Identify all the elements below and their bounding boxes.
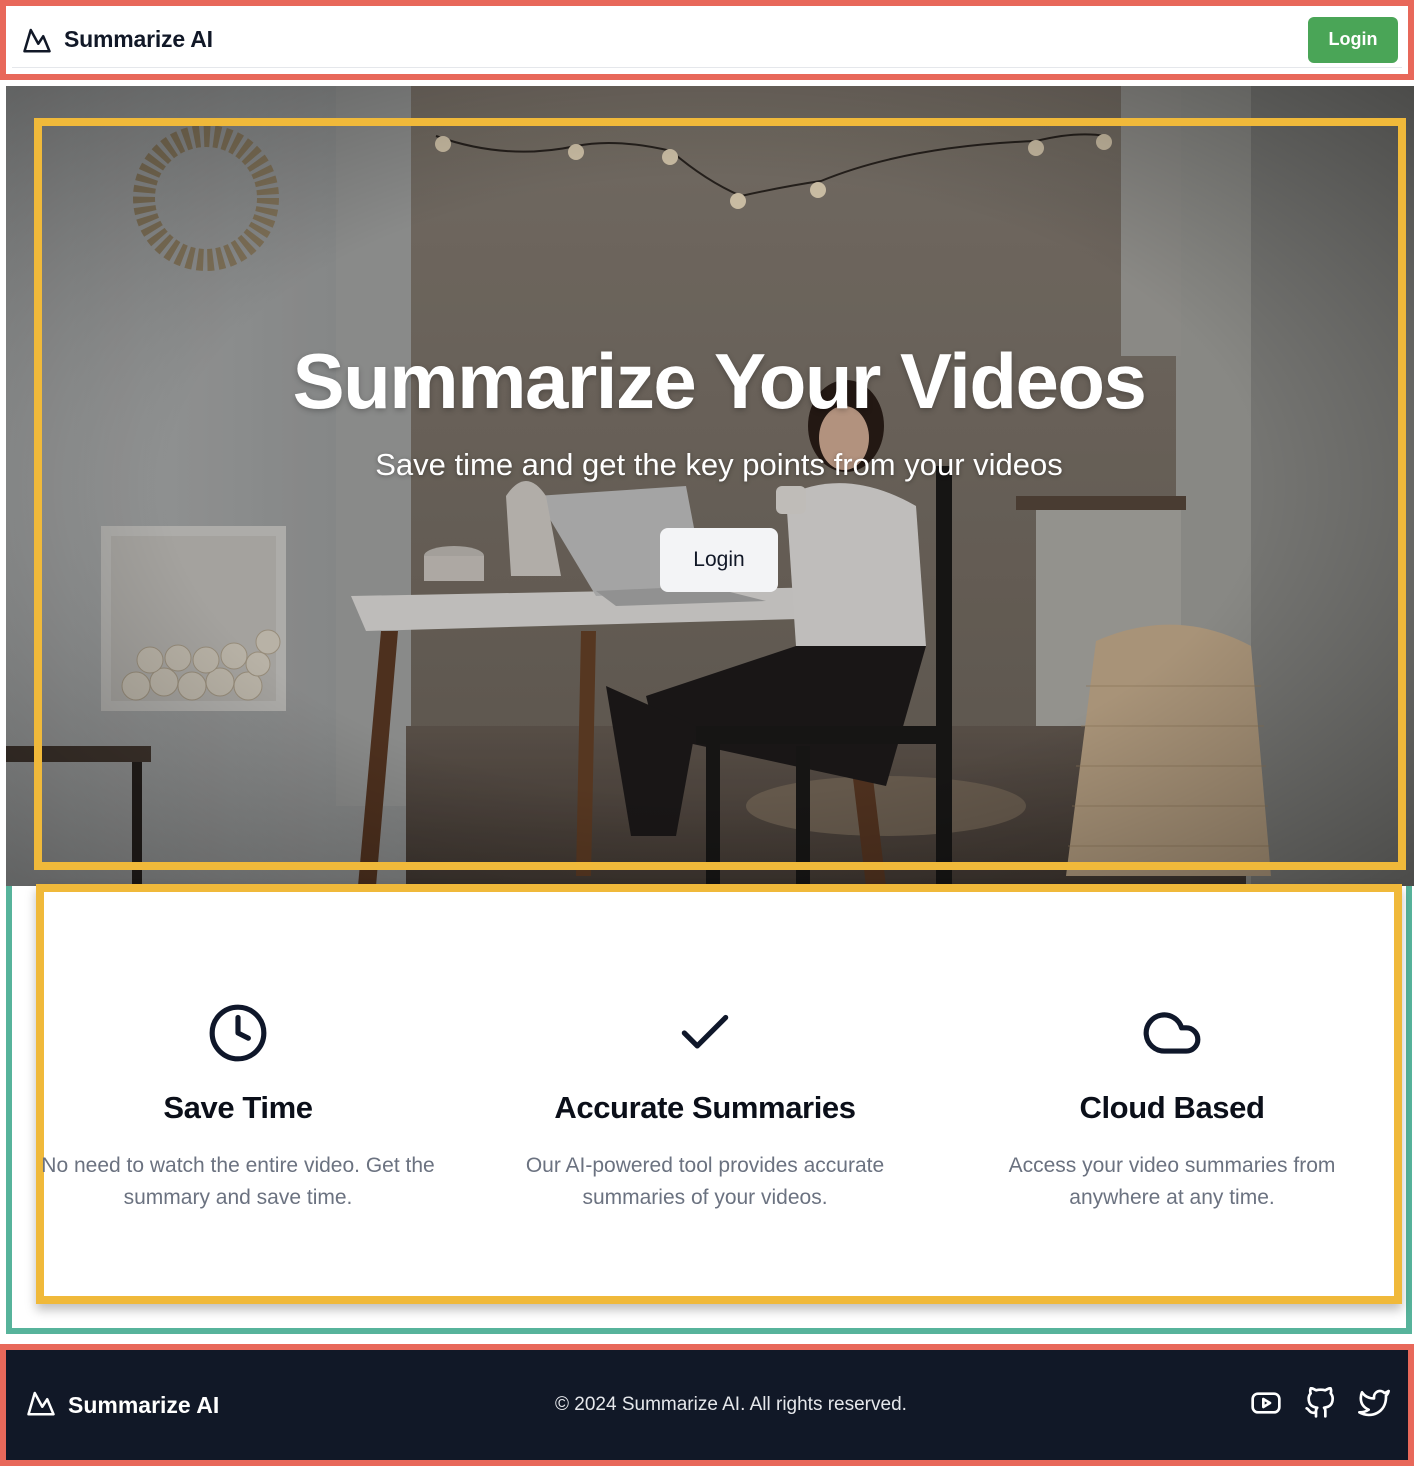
hero-subtitle: Save time and get the key points from yo… [375, 447, 1063, 482]
feature-description: Our AI-powered tool provides accurate su… [525, 1154, 885, 1209]
twitter-icon[interactable] [1358, 1387, 1390, 1424]
cloud-icon [952, 1002, 1392, 1064]
feature-accurate-summaries: Accurate Summaries Our AI-powered tool p… [485, 1002, 925, 1214]
hero-content: Summarize Your Videos Save time and get … [12, 342, 1414, 592]
feature-cloud-based: Cloud Based Access your video summaries … [952, 1002, 1392, 1214]
feature-title: Cloud Based [1079, 1090, 1265, 1125]
navbar: Summarize AI Login [12, 12, 1402, 68]
feature-title: Save Time [163, 1090, 313, 1125]
brand-link[interactable]: Summarize AI [22, 26, 213, 54]
hero-title: Summarize Your Videos [292, 337, 1147, 425]
footer-brand-name: Summarize AI [68, 1391, 220, 1418]
feature-title: Accurate Summaries [554, 1090, 856, 1125]
footer-brand-link[interactable]: Summarize AI [26, 1389, 219, 1422]
feature-description: Access your video summaries from anywher… [1008, 1154, 1336, 1209]
youtube-icon[interactable] [1250, 1387, 1282, 1424]
mountain-logo-icon [22, 26, 52, 54]
clock-icon [18, 1002, 458, 1064]
feature-description: No need to watch the entire video. Get t… [41, 1154, 435, 1209]
mountain-logo-icon [26, 1389, 56, 1422]
check-icon [485, 1002, 925, 1064]
brand-name: Summarize AI [64, 26, 213, 52]
header-login-button[interactable]: Login [1308, 16, 1398, 63]
site-header: Summarize AI Login [0, 0, 1414, 80]
feature-save-time: Save Time No need to watch the entire vi… [18, 1002, 458, 1214]
site-footer: Summarize AI © 2024 Summarize AI. All ri… [0, 1344, 1414, 1466]
github-icon[interactable] [1304, 1386, 1336, 1424]
features-section: Save Time No need to watch the entire vi… [36, 884, 1402, 1304]
copyright-text: © 2024 Summarize AI. All rights reserved… [555, 1394, 907, 1415]
main-content: Summarize Your Videos Save time and get … [6, 86, 1414, 1334]
footer-bar: Summarize AI © 2024 Summarize AI. All ri… [10, 1354, 1404, 1456]
social-links [1250, 1386, 1390, 1424]
hero-login-button[interactable]: Login [660, 528, 778, 592]
